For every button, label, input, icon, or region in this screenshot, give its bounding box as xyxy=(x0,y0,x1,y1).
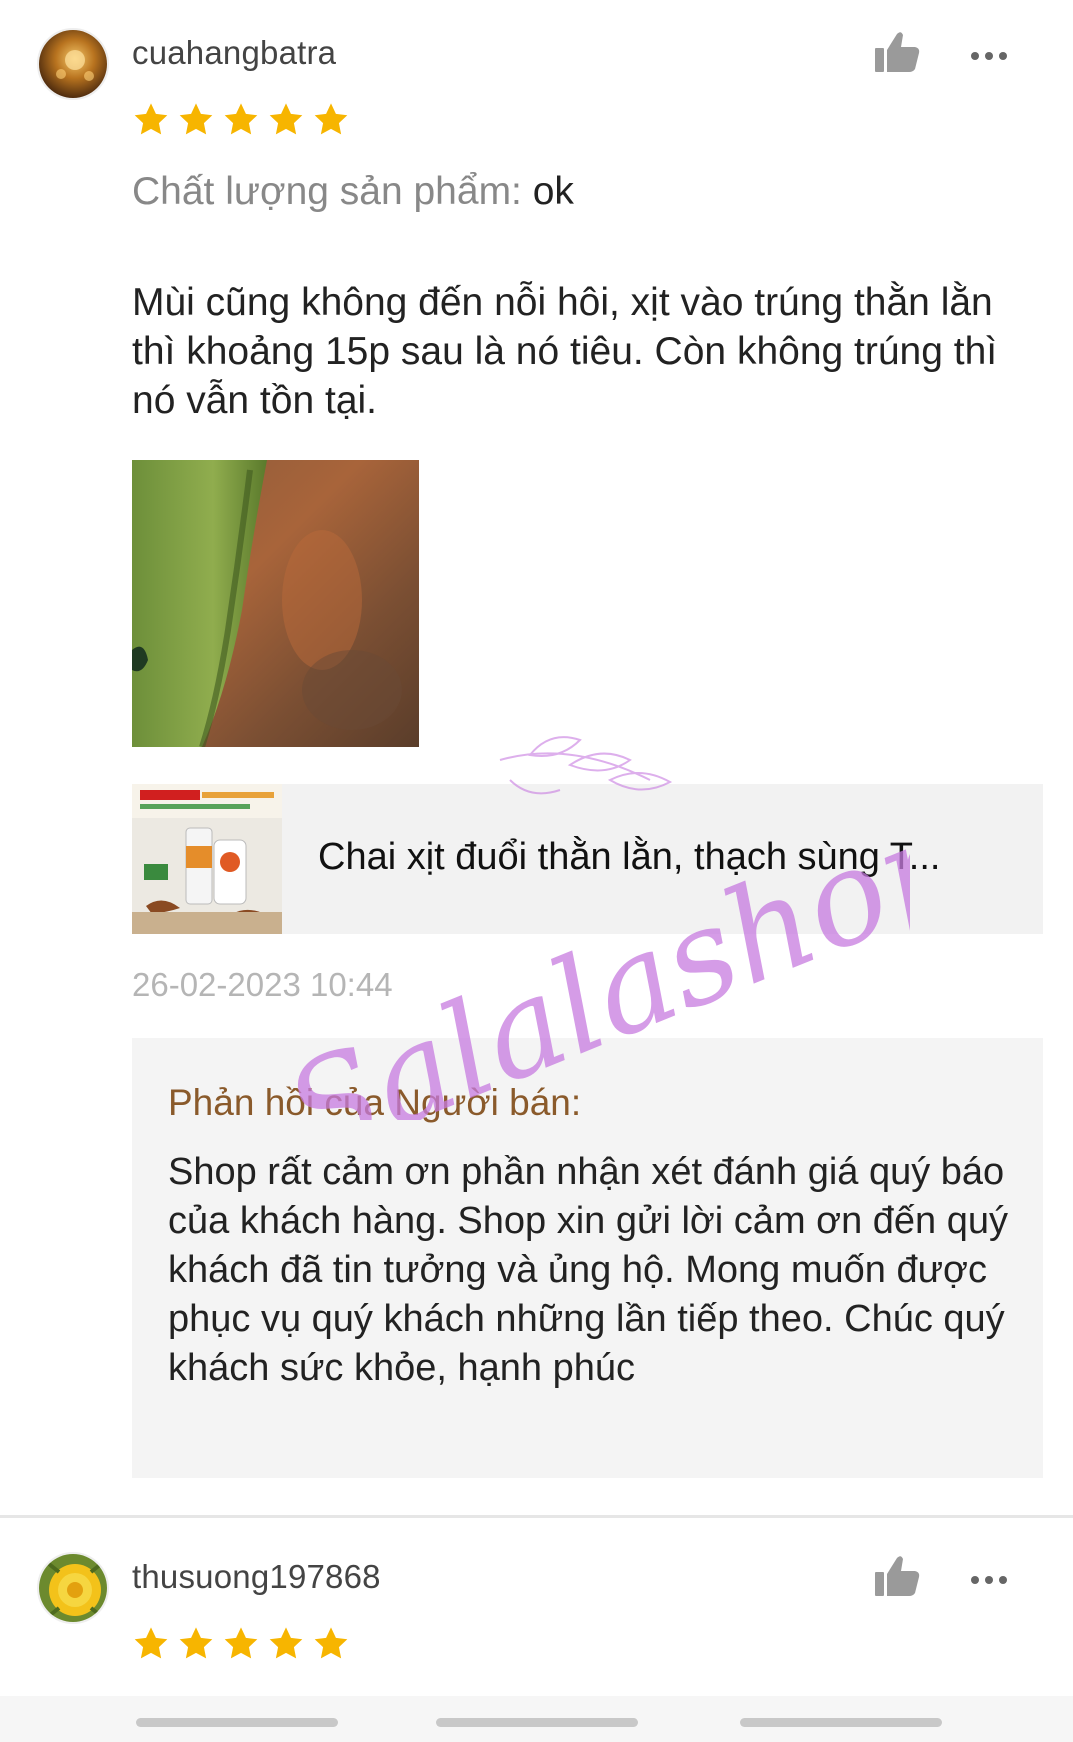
star-rating xyxy=(132,1625,350,1663)
review-comment: Mùi cũng không đến nỗi hôi, xịt vào trún… xyxy=(132,281,998,422)
star-icon xyxy=(269,1627,303,1659)
star-icon xyxy=(179,1627,213,1659)
page-indicator-pill[interactable] xyxy=(436,1718,638,1727)
star-icon xyxy=(314,103,348,135)
star-icon xyxy=(134,1627,168,1659)
quality-label: Chất lượng sản phẩm: xyxy=(132,170,533,213)
seller-reply: Phản hồi của Người bán: Shop rất cảm ơn … xyxy=(132,1038,1043,1478)
seller-reply-title: Phản hồi của Người bán: xyxy=(168,1082,582,1123)
more-options-icon[interactable] xyxy=(969,49,1009,61)
review-item: cuahangbatra Chất lượng sản phẩm: ok Mùi… xyxy=(0,0,1073,1515)
page-indicator-pill[interactable] xyxy=(136,1718,338,1727)
page-indicator-pill[interactable] xyxy=(740,1718,942,1727)
thumbs-up-icon[interactable] xyxy=(873,30,921,74)
product-card[interactable]: Chai xịt đuổi thằn lằn, thạch sùng T... xyxy=(132,784,1043,934)
star-icon xyxy=(269,103,303,135)
review-item: thusuong197868 xyxy=(0,1518,1073,1696)
user-avatar[interactable] xyxy=(37,28,109,100)
star-icon xyxy=(224,103,258,135)
star-icon xyxy=(179,103,213,135)
more-options-icon[interactable] xyxy=(969,1573,1009,1585)
seller-reply-body: Shop rất cảm ơn phần nhận xét đánh giá q… xyxy=(168,1151,1008,1389)
thumbs-up-icon[interactable] xyxy=(873,1554,921,1598)
product-thumbnail xyxy=(132,784,282,934)
star-icon xyxy=(314,1627,348,1659)
star-icon xyxy=(134,103,168,135)
quality-value: ok xyxy=(532,170,574,213)
user-avatar[interactable] xyxy=(37,1552,109,1624)
username[interactable]: thusuong197868 xyxy=(132,1558,381,1596)
review-photo[interactable] xyxy=(132,460,419,747)
review-timestamp: 26-02-2023 10:44 xyxy=(132,966,393,1003)
page-indicator xyxy=(0,1696,1073,1742)
star-rating xyxy=(132,101,350,139)
star-icon xyxy=(224,1627,258,1659)
username[interactable]: cuahangbatra xyxy=(132,34,336,72)
product-quality: Chất lượng sản phẩm: ok xyxy=(132,170,574,214)
product-name[interactable]: Chai xịt đuổi thằn lằn, thạch sùng T... xyxy=(318,836,1018,879)
